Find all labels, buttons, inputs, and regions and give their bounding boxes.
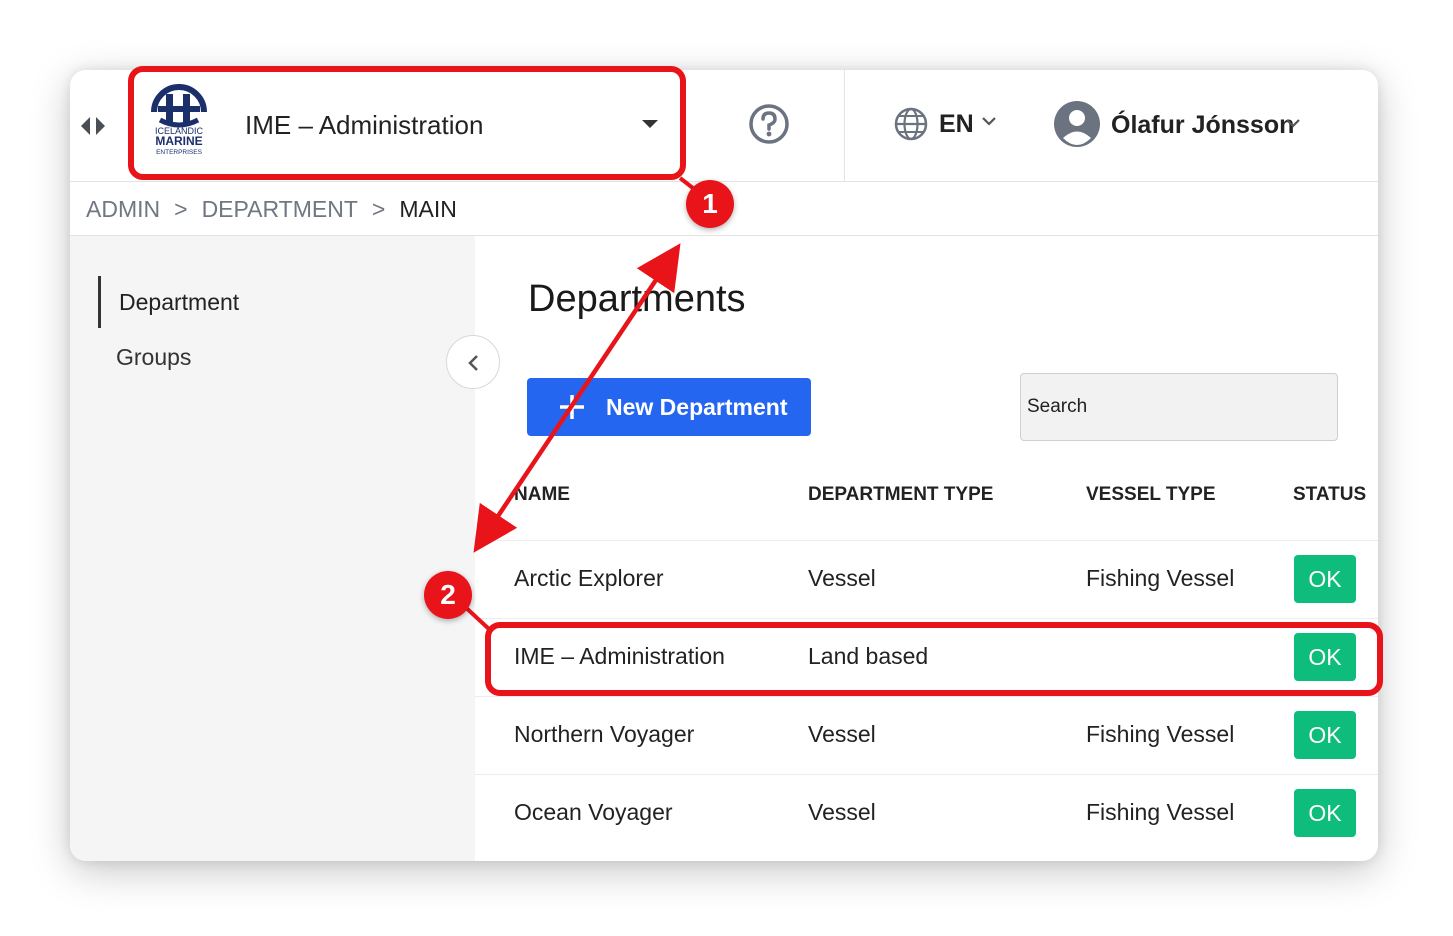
cell-vessel-type: Fishing Vessel <box>1086 721 1235 747</box>
help-icon[interactable] <box>748 103 790 145</box>
new-department-button[interactable]: New Department <box>527 378 811 436</box>
sidebar-toggle-icon[interactable] <box>78 114 108 138</box>
cell-department-type: Vessel <box>808 799 876 825</box>
caret-down-icon <box>642 120 658 128</box>
step-marker-1: 1 <box>686 180 734 228</box>
status-badge: OK <box>1294 633 1356 681</box>
sidebar-item-department[interactable]: Department <box>98 276 398 328</box>
cell-vessel-type: Fishing Vessel <box>1086 565 1235 591</box>
organization-selector[interactable]: IME – Administration <box>230 76 690 168</box>
table-row[interactable]: Northern Voyager Vessel Fishing Vessel O… <box>475 696 1378 774</box>
user-menu[interactable]: Ólafur Jónsson <box>1054 101 1324 147</box>
breadcrumb-separator: > <box>174 196 188 222</box>
user-avatar-icon <box>1054 101 1100 147</box>
plus-icon <box>560 395 584 419</box>
header-divider <box>844 70 845 182</box>
organization-name: IME – Administration <box>245 110 484 140</box>
table-row[interactable]: Arctic Explorer Vessel Fishing Vessel OK <box>475 540 1378 618</box>
breadcrumb: ADMIN > DEPARTMENT > MAIN <box>86 196 457 223</box>
breadcrumb-main: MAIN <box>399 196 457 222</box>
table-row[interactable]: Ocean Voyager Vessel Fishing Vessel OK <box>475 774 1378 852</box>
breadcrumb-admin[interactable]: ADMIN <box>86 196 160 223</box>
cell-department-type: Vessel <box>808 721 876 747</box>
search-input[interactable] <box>1020 373 1338 441</box>
status-badge: OK <box>1294 555 1356 603</box>
top-bar: ICELANDIC MARINE ENTERPRISES IME – Admin… <box>70 70 1378 182</box>
cell-department-type: Land based <box>808 643 929 669</box>
column-header-vessel-type[interactable]: VESSEL TYPE <box>1086 484 1216 506</box>
column-header-name[interactable]: NAME <box>514 484 570 506</box>
column-header-department-type[interactable]: DEPARTMENT TYPE <box>808 484 993 506</box>
chevron-left-icon <box>468 355 478 371</box>
cell-department-type: Vessel <box>808 565 876 591</box>
logo-text-2: MARINE <box>155 134 202 148</box>
table-row[interactable]: IME – Administration Land based OK <box>475 618 1378 696</box>
logo-mark-icon: ICELANDIC MARINE ENTERPRISES <box>151 84 207 156</box>
new-department-label: New Department <box>606 394 788 420</box>
breadcrumb-separator: > <box>371 196 386 222</box>
cell-name: Arctic Explorer <box>514 565 664 591</box>
globe-icon <box>894 107 928 141</box>
status-badge: OK <box>1294 789 1356 837</box>
sidebar-item-groups[interactable]: Groups <box>98 331 398 383</box>
step-marker-2: 2 <box>424 571 472 619</box>
collapse-sidebar-button[interactable] <box>446 335 500 389</box>
sidebar: Department Groups <box>70 236 475 861</box>
column-header-status[interactable]: STATUS <box>1293 484 1366 506</box>
cell-name: IME – Administration <box>514 643 725 669</box>
page-title: Departments <box>528 278 746 320</box>
company-logo: ICELANDIC MARINE ENTERPRISES <box>148 84 210 158</box>
chevron-down-icon <box>1286 119 1300 128</box>
chevron-down-icon <box>982 117 996 126</box>
logo-text-3: ENTERPRISES <box>156 149 203 156</box>
cell-name: Northern Voyager <box>514 721 695 747</box>
language-code: EN <box>939 110 974 138</box>
user-name: Ólafur Jónsson <box>1111 111 1295 139</box>
cell-vessel-type: Fishing Vessel <box>1086 799 1235 825</box>
cell-name: Ocean Voyager <box>514 799 673 825</box>
breadcrumb-department[interactable]: DEPARTMENT <box>202 196 358 223</box>
status-badge: OK <box>1294 711 1356 759</box>
